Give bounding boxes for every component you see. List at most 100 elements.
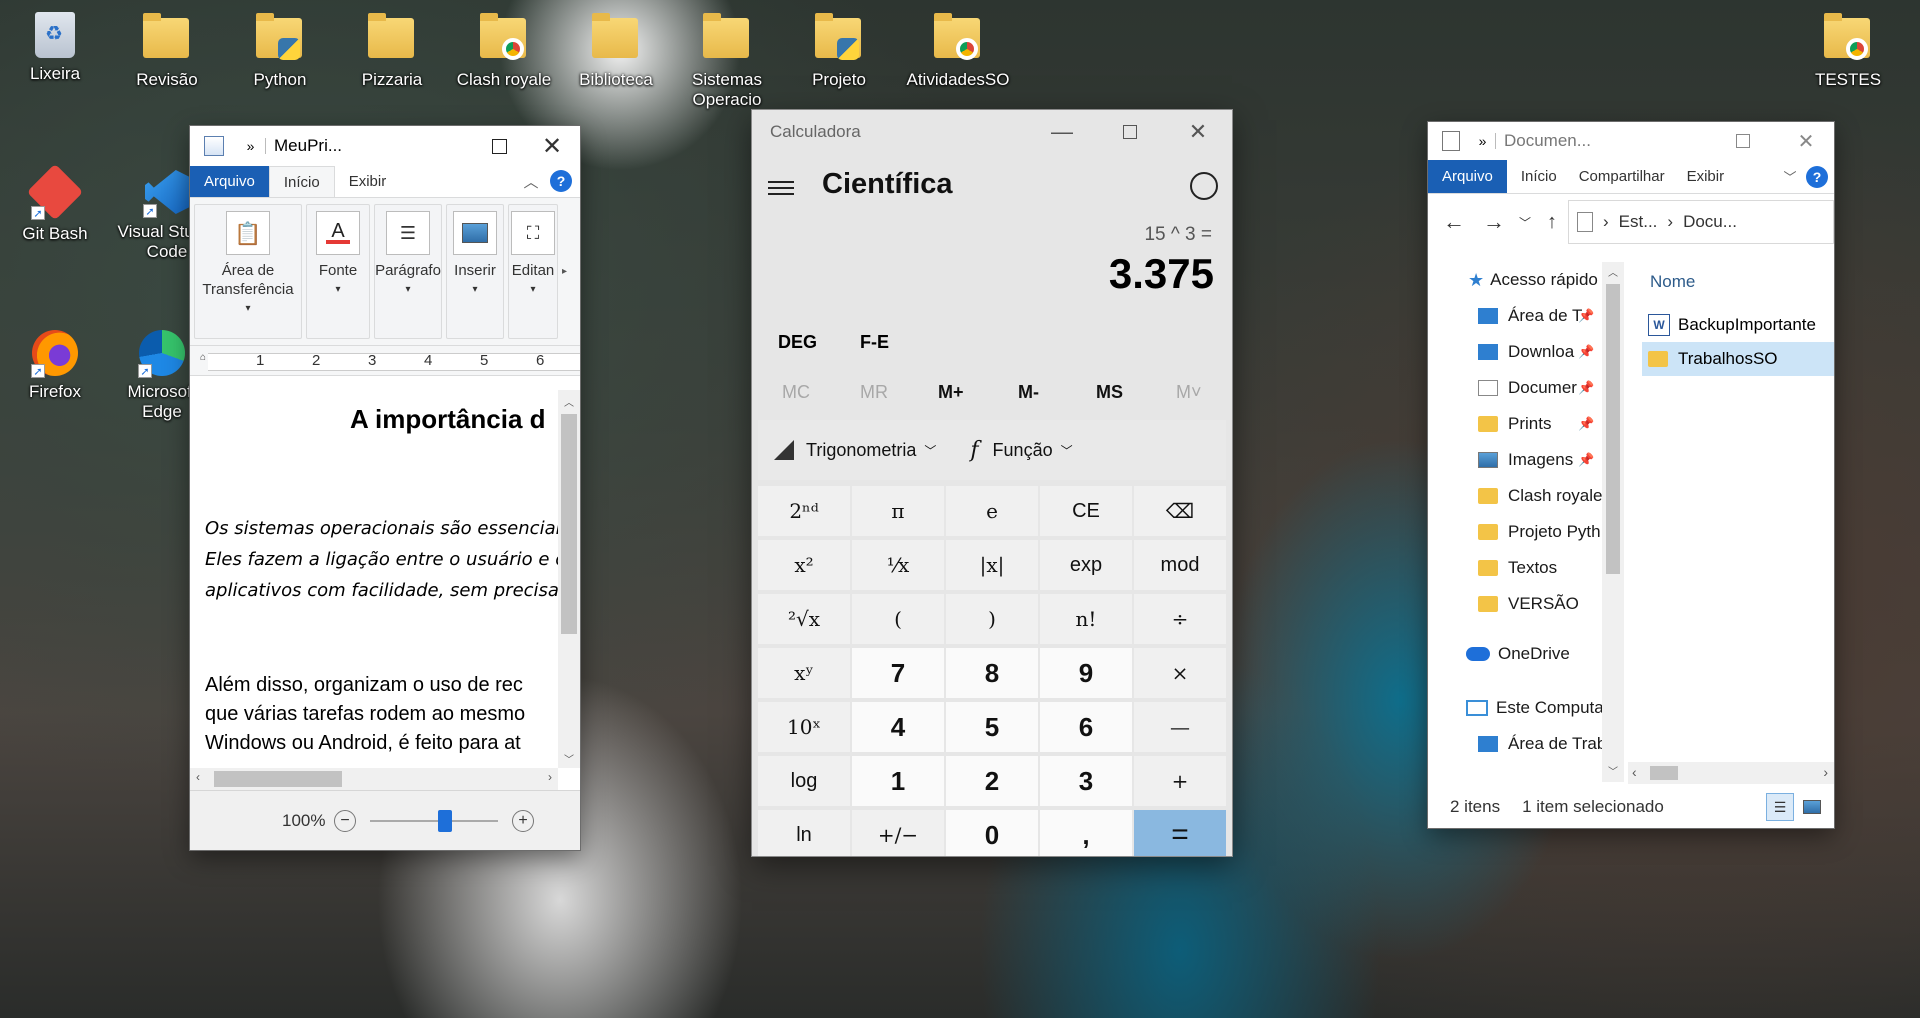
decimal-button[interactable]: ,: [1040, 810, 1132, 856]
clear-entry-button[interactable]: CE: [1040, 486, 1132, 536]
scroll-up-icon[interactable]: ︿: [558, 390, 580, 409]
back-button[interactable]: ←: [1434, 209, 1474, 235]
digit-5-button[interactable]: 5: [946, 702, 1038, 752]
address-bar[interactable]: › Est... › Docu...: [1568, 200, 1834, 244]
sqrt-button[interactable]: ²√x: [758, 594, 850, 644]
pi-button[interactable]: π: [852, 486, 944, 536]
scroll-thumb[interactable]: [1606, 284, 1620, 574]
square-button[interactable]: x²: [758, 540, 850, 590]
memory-clear-button[interactable]: MC: [782, 382, 810, 403]
zoom-out-button[interactable]: −: [334, 809, 356, 832]
wordpad-app-icon[interactable]: [204, 136, 224, 156]
memory-subtract-button[interactable]: M-: [1018, 382, 1039, 403]
explorer-app-icon[interactable]: [1442, 131, 1460, 151]
document-body[interactable]: A importância d Os sistemas operacionais…: [190, 390, 558, 768]
equals-button[interactable]: =: [1134, 810, 1226, 856]
scroll-down-icon[interactable]: ﹀: [1602, 763, 1624, 778]
desktop-icon-sistemas-operacionais[interactable]: Sistemas Operacio: [679, 12, 775, 110]
fe-button[interactable]: F-E: [860, 332, 889, 353]
tab-arquivo[interactable]: Arquivo: [190, 166, 269, 197]
minimize-button[interactable]: —: [1028, 119, 1096, 145]
help-icon[interactable]: ?: [550, 170, 572, 192]
divide-button[interactable]: ÷: [1134, 594, 1226, 644]
digit-4-button[interactable]: 4: [852, 702, 944, 752]
desktop-icon-firefox[interactable]: ➚ Firefox: [7, 330, 103, 402]
e-button[interactable]: e: [946, 486, 1038, 536]
desktop-icon-lixeira[interactable]: ♻ Lixeira: [7, 12, 103, 84]
scroll-up-icon[interactable]: ︿: [1602, 262, 1624, 279]
zoom-slider[interactable]: [370, 809, 498, 832]
second-button[interactable]: 2ⁿᵈ: [758, 486, 850, 536]
ten-power-button[interactable]: 10ˣ: [758, 702, 850, 752]
exp-button[interactable]: exp: [1040, 540, 1132, 590]
recent-locations-icon[interactable]: ﹀: [1514, 214, 1536, 231]
ruler[interactable]: ⌂ 1 2 3 4 5 6: [190, 346, 580, 376]
paragraph-group[interactable]: ☰ Parágrafo ▾: [374, 204, 442, 339]
scroll-left-icon[interactable]: ‹: [1632, 764, 1637, 780]
calculator-titlebar[interactable]: Calculadora — ✕: [752, 110, 1232, 154]
nav-item[interactable]: Downloa: [1478, 334, 1574, 370]
vertical-scrollbar[interactable]: ︿ ﹀: [558, 390, 580, 768]
tab-inicio[interactable]: Início: [268, 166, 335, 197]
scroll-right-icon[interactable]: ›: [548, 770, 552, 784]
scroll-thumb[interactable]: [214, 771, 342, 787]
scroll-thumb[interactable]: [1650, 766, 1678, 780]
breadcrumb-item[interactable]: Est...: [1619, 212, 1658, 232]
desktop-icon-python[interactable]: Python: [232, 12, 328, 90]
digit-0-button[interactable]: 0: [946, 810, 1038, 856]
tab-exibir[interactable]: Exibir: [1673, 160, 1739, 193]
insert-group[interactable]: Inserir ▾: [446, 204, 504, 339]
hamburger-menu-icon[interactable]: [768, 178, 794, 198]
angle-unit-button[interactable]: DEG: [778, 332, 817, 353]
maximize-button[interactable]: [1708, 122, 1778, 161]
scroll-thumb[interactable]: [561, 414, 577, 634]
desktop-icon-revisao[interactable]: Revisão: [119, 12, 215, 90]
memory-add-button[interactable]: M+: [938, 382, 964, 403]
collapse-ribbon-icon[interactable]: ︿: [516, 166, 546, 197]
tab-inicio[interactable]: Início: [1507, 160, 1571, 193]
nav-item[interactable]: VERSÃO: [1478, 586, 1579, 622]
desktop-icon-clash-royale[interactable]: Clash royale: [456, 12, 552, 90]
close-button[interactable]: ✕: [1164, 119, 1232, 145]
file-item-trabalhosso[interactable]: TrabalhosSO: [1642, 342, 1834, 376]
desktop-icon-pizzaria[interactable]: Pizzaria: [344, 12, 440, 90]
multiply-button[interactable]: ×: [1134, 648, 1226, 698]
desktop-icon-git-bash[interactable]: ➚ Git Bash: [7, 163, 103, 244]
desktop-icon-biblioteca[interactable]: Biblioteca: [568, 12, 664, 90]
reciprocal-button[interactable]: ¹⁄x: [852, 540, 944, 590]
expand-ribbon-icon[interactable]: ﹀: [1776, 160, 1804, 193]
maximize-button[interactable]: [1096, 119, 1164, 145]
digit-8-button[interactable]: 8: [946, 648, 1038, 698]
clipboard-group[interactable]: 📋 Área de Transferência ▾: [194, 204, 302, 339]
digit-3-button[interactable]: 3: [1040, 756, 1132, 806]
trigonometry-dropdown[interactable]: Trigonometria ﹀: [774, 440, 936, 461]
navigation-scrollbar[interactable]: ︿ ﹀: [1602, 262, 1624, 782]
memory-list-button[interactable]: M˅: [1176, 382, 1202, 403]
nav-quick-access[interactable]: ★ Acesso rápido: [1468, 262, 1598, 298]
breadcrumb-item[interactable]: Docu...: [1683, 212, 1737, 232]
log-button[interactable]: log: [758, 756, 850, 806]
digit-9-button[interactable]: 9: [1040, 648, 1132, 698]
minus-button[interactable]: —: [1134, 702, 1226, 752]
file-item-backup[interactable]: W BackupImportante: [1648, 308, 1816, 342]
zoom-in-button[interactable]: +: [512, 809, 534, 832]
help-icon[interactable]: ?: [1806, 166, 1828, 188]
tab-exibir[interactable]: Exibir: [335, 166, 401, 197]
negate-button[interactable]: +/−: [852, 810, 944, 856]
details-view-button[interactable]: ☰: [1766, 793, 1794, 821]
nav-item[interactable]: Projeto Pyth: [1478, 514, 1601, 550]
up-button[interactable]: ↑: [1536, 211, 1568, 234]
nav-item[interactable]: Textos: [1478, 550, 1557, 586]
nav-item[interactable]: Clash royale: [1478, 478, 1602, 514]
history-icon[interactable]: [1190, 172, 1218, 200]
quick-access-overflow-icon[interactable]: »: [236, 138, 266, 154]
digit-6-button[interactable]: 6: [1040, 702, 1132, 752]
mod-button[interactable]: mod: [1134, 540, 1226, 590]
memory-recall-button[interactable]: MR: [860, 382, 888, 403]
scroll-right-icon[interactable]: ›: [1823, 764, 1828, 780]
desktop-icon-testes[interactable]: TESTES: [1800, 12, 1896, 90]
close-button[interactable]: ✕: [1778, 122, 1834, 161]
close-button[interactable]: ✕: [524, 126, 580, 166]
nav-onedrive[interactable]: OneDrive: [1466, 636, 1570, 672]
column-header-nome[interactable]: Nome: [1650, 272, 1695, 292]
